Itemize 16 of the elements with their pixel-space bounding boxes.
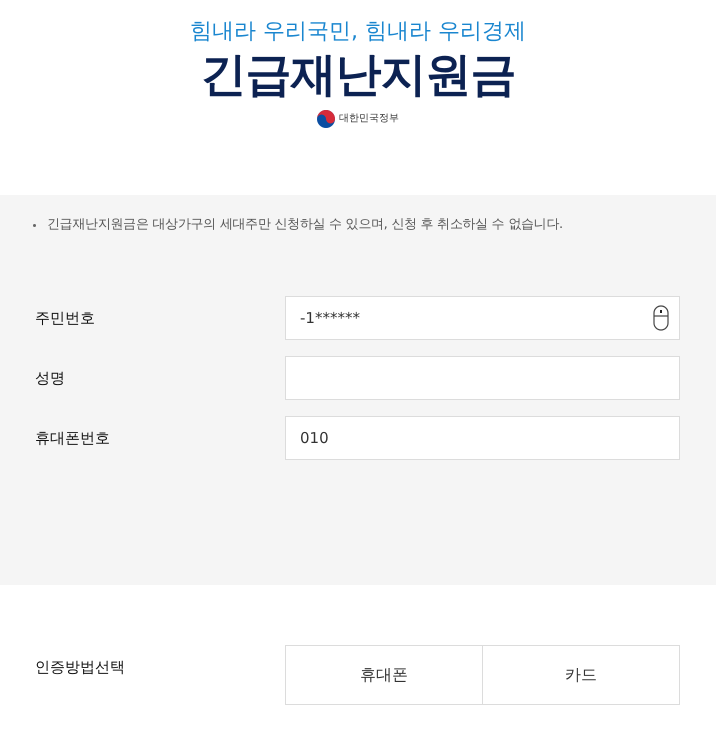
input-field[interactable]: -1****** [285, 296, 680, 340]
mouse-icon [653, 305, 669, 331]
emblem-icon [317, 110, 335, 128]
field-label: 주민번호 [35, 308, 96, 328]
section-label: 인증방법선택 [35, 657, 126, 677]
page-title: 긴급재난지원금 [200, 48, 516, 100]
input-field[interactable] [285, 356, 680, 400]
input-field[interactable]: 010 [285, 416, 680, 460]
government-name: 대한민국정부 [339, 112, 399, 126]
slogan-text: 힘내라 우리국민, 힘내라 우리경제 [190, 18, 526, 46]
field-label: 휴대폰번호 [35, 428, 111, 448]
auth-option-button[interactable]: 휴대폰 [285, 645, 482, 705]
field-label: 성명 [35, 368, 66, 388]
auth-option-button[interactable]: 카드 [482, 645, 680, 705]
notice-text: 긴급재난지원금은 대상가구의 세대주만 신청하실 수 있으며, 신청 후 취소하실 수 없습니다. [47, 216, 563, 234]
bullet-icon [33, 224, 36, 226]
